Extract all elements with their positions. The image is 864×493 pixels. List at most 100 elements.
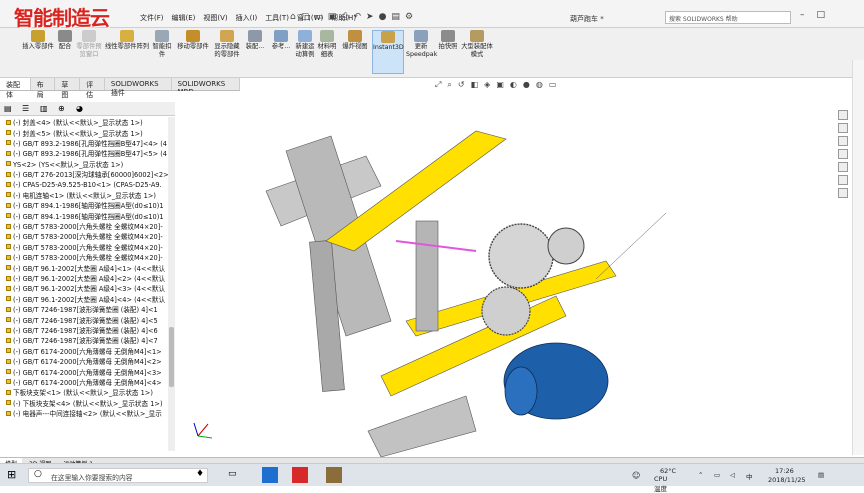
network-icon[interactable]: ▭ [714, 471, 720, 479]
property-manager-icon[interactable]: ☰ [22, 104, 29, 113]
instant3d-button[interactable]: Instant3D [372, 30, 404, 74]
select-icon[interactable]: ➤ [366, 12, 374, 22]
section-view-icon[interactable]: ◧ [471, 80, 479, 90]
file-explorer-icon[interactable] [838, 136, 848, 146]
tree-item[interactable]: (-) 封盖<5> (默认<<默认>_显示状态 1>) [0, 127, 174, 138]
tree-item[interactable]: (-) GB/T 5783-2000[六角头螺栓 全螺纹M4×20]- [0, 252, 174, 262]
tree-item[interactable]: (-) GB/T 96.1-2002[大垫圈 A级4]<1> (4<<默认 [0, 262, 174, 273]
forum-icon[interactable] [838, 188, 848, 198]
tree-item[interactable]: (-) GB/T 6174-2000[六角薄螺母 无倒角M4]<2> [0, 356, 174, 366]
tree-item[interactable]: (-) GB/T 7246-1987[波形弹簧垫圈 (装配) 4]<6 [0, 325, 174, 335]
bill-of-materials-button[interactable]: 材料明细表 [316, 30, 338, 59]
tree-item[interactable]: (-) GB/T 7246-1987[波形弹簧垫圈 (装配) 4]<7 [0, 335, 174, 345]
zoom-to-fit-icon[interactable]: ⤢ [435, 80, 441, 90]
rebuild-icon[interactable]: ● [379, 12, 387, 22]
tree-item[interactable]: (-) GB/T 7246-1987[波形弹簧垫圈 (装配) 4]<1 [0, 304, 174, 314]
notification-icon[interactable]: ▤ [818, 471, 824, 479]
custom-properties-icon[interactable] [838, 175, 848, 185]
dimxpert-icon[interactable]: ⊕ [58, 104, 65, 113]
right-scrollbar[interactable] [852, 60, 864, 455]
tree-item[interactable]: (-) GB/T 894.1-1986[轴用弹性挡圈A型(d0≤10)1 [0, 200, 174, 210]
tab-sketch[interactable]: 草图 [55, 78, 81, 99]
help-search-input[interactable]: 搜索 SOLIDWORKS 帮助 [665, 11, 791, 24]
tab-solidworks-addins[interactable]: SOLIDWORKS 插件 [105, 78, 172, 97]
solidworks-taskbar-icon[interactable] [292, 467, 308, 483]
windows-start-icon[interactable]: ⊞ [7, 468, 16, 481]
tree-item[interactable]: (-) GB/T 6174-2000[六角薄螺母 无倒角M4]<1> [0, 346, 174, 356]
tree-item[interactable]: (-) GB/T 6174-2000[六角薄螺母 无倒角M4]<4> [0, 377, 174, 387]
save-icon[interactable]: ▣ [328, 12, 337, 22]
menu-file[interactable]: 文件(F) [140, 13, 164, 23]
tree-item[interactable]: (-) GB/T 96.1-2002[大垫圈 A级4]<2> (4<<默认 [0, 273, 174, 283]
file-properties-icon[interactable]: ▤ [391, 12, 400, 22]
edit-appearance-icon[interactable]: ● [523, 80, 530, 90]
tab-evaluate[interactable]: 评估 [80, 78, 105, 99]
scene-icon[interactable]: ◍ [536, 80, 543, 90]
move-component-button[interactable]: 移动零部件 [174, 30, 212, 51]
microphone-icon[interactable]: ♦ [196, 469, 204, 479]
assembly-features-button[interactable]: 装配... [242, 30, 268, 51]
smart-fasteners-button[interactable]: 智能扣件 [150, 30, 174, 59]
exploded-view-button[interactable]: 爆炸视图 [340, 30, 370, 51]
menu-view[interactable]: 视图(V) [203, 13, 227, 23]
appearances-icon[interactable] [838, 162, 848, 172]
zoom-to-area-icon[interactable]: ⌕ [447, 80, 451, 90]
large-assembly-mode-button[interactable]: 大型装配体模式 [460, 30, 494, 59]
show-hidden-button[interactable]: 显示隐藏的零部件 [212, 30, 242, 59]
tree-item[interactable]: YS<2> (YS<<默认>_显示状态 1>) [0, 159, 174, 169]
take-snapshot-button[interactable]: 拍快照 [437, 30, 459, 51]
display-style-icon[interactable]: ▣ [496, 80, 504, 90]
volume-icon[interactable]: ◁ [730, 471, 735, 479]
maximize-icon[interactable]: □ [817, 10, 826, 20]
tree-item[interactable]: (-) GB/T 5783-2000[六角头螺栓 全螺纹M4×20]- [0, 231, 174, 241]
mate-button[interactable]: 配合 [56, 30, 74, 51]
tree-item[interactable]: (-) 下板块支架<4> (默认<<默认>_显示状态 1>) [0, 398, 174, 408]
tree-item[interactable]: (-) GB/T 96.1-2002[大垫圈 A级4]<4> (4<<默认 [0, 294, 174, 304]
previous-view-icon[interactable]: ↺ [458, 80, 465, 90]
video-app-icon[interactable] [262, 467, 278, 483]
tree-item[interactable]: 下板块支架<1> (默认<<默认>_显示状态 1>) [0, 387, 174, 397]
tree-item[interactable]: (-) GB/T 7246-1987[波形弹簧垫圈 (装配) 4]<5 [0, 314, 174, 325]
configuration-manager-icon[interactable]: ▥ [40, 104, 48, 113]
tree-item[interactable]: (-) CPAS-D25-A9.525-B10<1> (CPAS-D25-A9. [0, 179, 174, 189]
tree-item[interactable]: (-) GB/T 5783-2000[六角头螺栓 全螺纹M4×20]- [0, 221, 174, 231]
insert-component-button[interactable]: 插入零部件 [20, 30, 56, 51]
hide-show-items-icon[interactable]: ◐ [510, 80, 517, 90]
tree-item[interactable]: (-) GB/T 276-2013[深沟球轴承[60000]6002]<2> [0, 169, 174, 179]
linear-pattern-button[interactable]: 线性零部件阵列 [104, 30, 150, 51]
design-library-icon[interactable] [838, 123, 848, 133]
solidworks-resources-icon[interactable] [838, 110, 848, 120]
tree-item[interactable]: (-) 电机连轴<1> (默认<<默认>_显示状态 1>) [0, 190, 174, 200]
tree-scrollbar[interactable] [168, 117, 175, 451]
update-speedpak-button[interactable]: 更新Speedpak [406, 30, 437, 59]
taskbar-search-input[interactable]: 在这里输入你要搜索的内容 [28, 468, 208, 483]
tab-layout[interactable]: 布局 [31, 78, 56, 99]
open-file-icon[interactable]: ▭ [314, 12, 323, 22]
minimize-icon[interactable]: – [800, 10, 805, 20]
tree-item[interactable]: (-) 电器声---中间连接轴<2> (默认<<默认>_显示 [0, 408, 174, 418]
new-file-icon[interactable]: ▢ [301, 12, 310, 22]
component-preview-button[interactable]: 零部件预览窗口 [74, 30, 104, 59]
graphics-area[interactable] [176, 91, 836, 457]
view-palette-icon[interactable] [838, 149, 848, 159]
feature-tree-icon[interactable]: ▤ [4, 104, 12, 113]
task-view-icon[interactable]: ▭ [228, 469, 237, 479]
reference-geometry-button[interactable]: 参考... [268, 30, 294, 51]
tree-item[interactable]: (-) GB/T 893.2-1986[孔用弹性挡圈B型47]<5> (4 [0, 148, 174, 158]
menu-edit[interactable]: 编辑(E) [172, 13, 196, 23]
view-orientation-icon[interactable]: ◈ [484, 80, 490, 90]
tree-item[interactable]: (-) GB/T 96.1-2002[大垫圈 A级4]<3> (4<<默认 [0, 283, 174, 293]
home-icon[interactable]: ⌂ [290, 12, 296, 22]
input-method-indicator[interactable]: 中 [746, 471, 753, 481]
print-icon[interactable]: ⎙ [341, 12, 348, 22]
clock-date[interactable]: 2018/11/25 [768, 476, 805, 484]
view-settings-icon[interactable]: ▭ [549, 80, 557, 90]
tray-expand-icon[interactable]: ⌃ [698, 471, 703, 479]
menu-insert[interactable]: 插入(I) [236, 13, 258, 23]
tree-item[interactable]: (-) GB/T 6174-2000[六角薄螺母 无倒角M4]<3> [0, 366, 174, 377]
tree-scrollbar-thumb[interactable] [169, 327, 174, 387]
tab-solidworks-mbd[interactable]: SOLIDWORKS MBD [172, 78, 240, 96]
people-icon[interactable]: ☺ [632, 471, 640, 480]
tree-item[interactable]: (-) GB/T 5783-2000[六角头螺栓 全螺纹M4×20]- [0, 242, 174, 252]
tree-item[interactable]: (-) GB/T 893.2-1986[孔用弹性挡圈B型47]<4> (4 [0, 138, 174, 148]
